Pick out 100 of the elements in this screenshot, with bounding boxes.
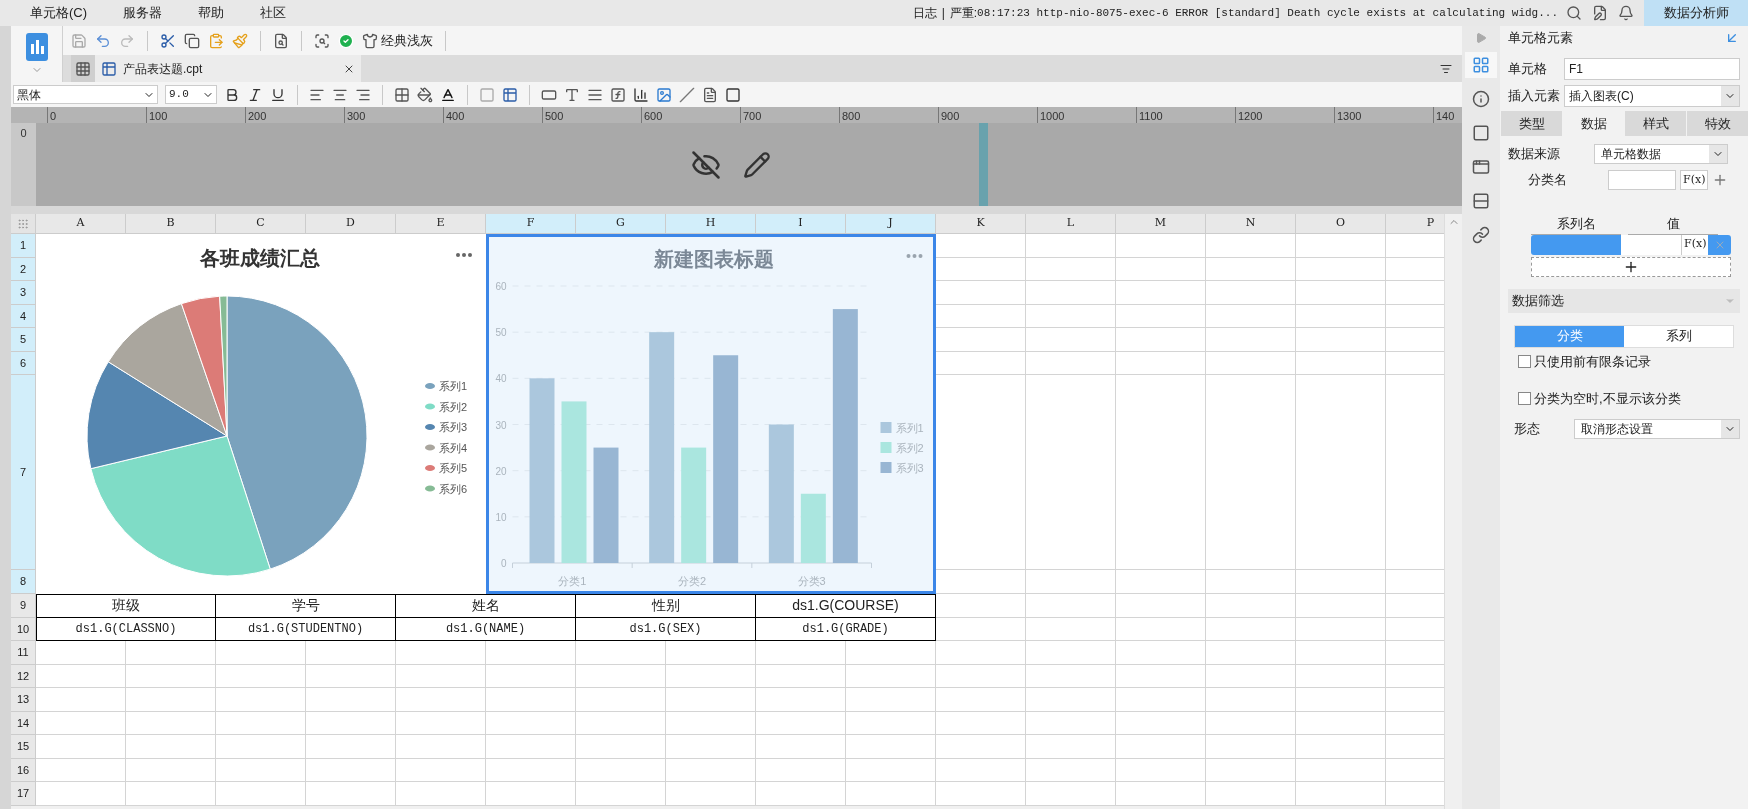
cut-icon[interactable] <box>160 32 176 49</box>
preview-icon[interactable] <box>273 32 289 49</box>
spreadsheet-cell[interactable] <box>306 641 396 665</box>
row-header[interactable]: 1 <box>11 234 36 258</box>
spreadsheet-cell[interactable] <box>216 782 306 806</box>
diagonal-line-icon[interactable] <box>679 86 695 103</box>
spreadsheet-cell[interactable] <box>1116 257 1206 281</box>
formula-icon[interactable] <box>610 86 626 103</box>
spreadsheet-cell[interactable] <box>1026 617 1116 641</box>
menu-item[interactable]: 服务器 <box>123 3 163 23</box>
spreadsheet-cell[interactable] <box>1026 351 1116 375</box>
spreadsheet-cell[interactable] <box>306 758 396 782</box>
spreadsheet-cell[interactable] <box>306 688 396 712</box>
log-label[interactable]: 日志 <box>912 4 937 22</box>
column-header[interactable]: A <box>36 214 126 234</box>
spreadsheet-cell[interactable] <box>846 688 936 712</box>
grid-icon[interactable] <box>75 60 91 77</box>
spreadsheet-cell[interactable] <box>306 711 396 735</box>
spreadsheet-cell[interactable] <box>1296 304 1386 328</box>
spreadsheet-cell[interactable] <box>1116 711 1206 735</box>
spreadsheet-cell[interactable] <box>1206 782 1296 806</box>
spreadsheet-cell[interactable] <box>1206 570 1296 594</box>
spreadsheet-cell[interactable] <box>396 664 486 688</box>
spreadsheet-cell[interactable] <box>1206 257 1296 281</box>
spreadsheet-cell[interactable] <box>1206 304 1296 328</box>
font-select[interactable]: 黑体 <box>13 85 158 104</box>
spreadsheet-cell[interactable] <box>1296 782 1386 806</box>
spreadsheet-cell[interactable] <box>1026 281 1116 305</box>
spreadsheet-cell[interactable] <box>216 641 306 665</box>
row-header[interactable]: 15 <box>11 735 36 759</box>
spreadsheet-cell[interactable] <box>1026 328 1116 352</box>
insert-select[interactable]: 插入图表(C) <box>1564 85 1740 107</box>
column-header[interactable]: H <box>666 214 756 234</box>
spreadsheet-cell[interactable] <box>1116 281 1206 305</box>
formula-button[interactable]: F(x) <box>1680 170 1709 190</box>
bold-icon[interactable] <box>224 86 240 103</box>
spreadsheet-cell[interactable] <box>36 664 126 688</box>
spreadsheet-cell[interactable] <box>936 594 1026 618</box>
spreadsheet-cell[interactable] <box>1206 711 1296 735</box>
spreadsheet-cell[interactable] <box>1296 735 1386 759</box>
image-icon[interactable] <box>656 86 672 103</box>
filter-section-header[interactable]: 数据筛选 <box>1508 288 1740 313</box>
row-header[interactable]: 9 <box>11 594 36 618</box>
size-select[interactable]: 9.0 <box>165 85 217 104</box>
spreadsheet-cell[interactable] <box>1206 375 1296 570</box>
value-input-field[interactable] <box>1621 234 1681 255</box>
spreadsheet-cell[interactable] <box>756 735 846 759</box>
column-header[interactable]: J <box>846 214 936 234</box>
spreadsheet-cell[interactable] <box>306 664 396 688</box>
spreadsheet-cell[interactable] <box>936 375 1026 570</box>
spreadsheet-cell[interactable] <box>1296 570 1386 594</box>
spreadsheet-cell[interactable] <box>576 735 666 759</box>
spreadsheet-cell[interactable] <box>126 711 216 735</box>
spreadsheet-cell[interactable] <box>1206 688 1296 712</box>
panel-tab[interactable]: 类型 <box>1501 111 1562 136</box>
spreadsheet-cell[interactable] <box>486 735 576 759</box>
subreport-icon[interactable] <box>702 86 718 103</box>
spreadsheet-cell[interactable] <box>396 688 486 712</box>
row-header[interactable]: 14 <box>11 711 36 735</box>
spreadsheet-cell[interactable] <box>936 234 1026 258</box>
spreadsheet-cell[interactable] <box>756 641 846 665</box>
more-icon[interactable] <box>456 253 472 257</box>
spreadsheet-cell[interactable] <box>1296 234 1386 258</box>
column-header[interactable]: K <box>936 214 1026 234</box>
row-header[interactable]: 4 <box>11 304 36 328</box>
spreadsheet-cell[interactable] <box>576 641 666 665</box>
cell-input-field[interactable]: F1 <box>1564 58 1740 80</box>
spreadsheet-cell[interactable] <box>1206 594 1296 618</box>
underline-icon[interactable] <box>270 86 286 103</box>
row-header[interactable]: 7 <box>11 375 36 570</box>
table-icon[interactable] <box>502 86 518 103</box>
spreadsheet-cell[interactable] <box>126 782 216 806</box>
spreadsheet-cell[interactable] <box>1296 375 1386 570</box>
spreadsheet-cell[interactable] <box>126 758 216 782</box>
spreadsheet-cell[interactable] <box>1026 234 1116 258</box>
spreadsheet-cell[interactable] <box>36 735 126 759</box>
spreadsheet-cell[interactable] <box>36 688 126 712</box>
italic-icon[interactable] <box>247 86 263 103</box>
spreadsheet-cell[interactable] <box>1206 664 1296 688</box>
spreadsheet-cell[interactable] <box>1116 688 1206 712</box>
column-header[interactable]: G <box>576 214 666 234</box>
spreadsheet-cell[interactable] <box>1116 617 1206 641</box>
cell-element-icon[interactable] <box>1465 52 1497 78</box>
hidden-icon[interactable] <box>691 149 721 180</box>
spreadsheet-cell[interactable] <box>1296 758 1386 782</box>
spreadsheet-cell[interactable] <box>126 641 216 665</box>
row-header[interactable]: 13 <box>11 688 36 712</box>
spreadsheet-cell[interactable] <box>486 664 576 688</box>
spreadsheet-cell[interactable] <box>936 664 1026 688</box>
add-series-button[interactable] <box>1531 256 1731 277</box>
spreadsheet-cell[interactable] <box>1026 758 1116 782</box>
spreadsheet-cell[interactable] <box>846 711 936 735</box>
panel-tab[interactable]: 特效 <box>1687 111 1748 136</box>
spreadsheet-cell[interactable] <box>1026 735 1116 759</box>
spreadsheet-cell[interactable] <box>216 758 306 782</box>
row-header[interactable]: 10 <box>11 617 36 641</box>
source-select[interactable]: 单元格数据 <box>1594 144 1728 164</box>
frame-icon[interactable] <box>725 86 741 103</box>
spreadsheet-cell[interactable] <box>1296 328 1386 352</box>
menu-item[interactable]: 帮助 <box>198 3 225 23</box>
